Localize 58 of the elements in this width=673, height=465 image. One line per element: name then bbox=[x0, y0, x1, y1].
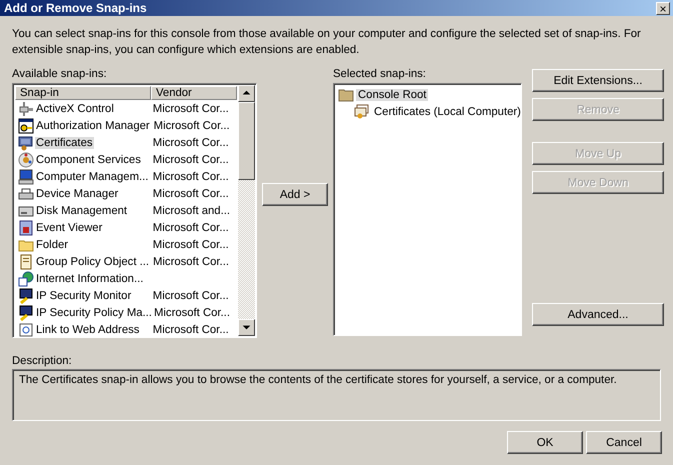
globe-document-icon bbox=[18, 270, 34, 286]
vendor-cell-text: Microsoft Cor... bbox=[152, 120, 231, 132]
list-label: Available snap-ins: bbox=[12, 68, 108, 80]
plug-icon bbox=[18, 100, 34, 116]
description-label: Description: bbox=[12, 355, 72, 367]
intro-text: You can select snap-ins for this console from those available on your computer and configure the selected set of snap-ins. For extensible snap-ins, you can configure which extensions are enabled. bbox=[12, 27, 642, 58]
window-title: Add or Remove Snap-ins bbox=[4, 1, 147, 15]
snap-in-item[interactable]: Device Manager bbox=[35, 188, 120, 200]
snap-in-item[interactable]: Certificates bbox=[35, 136, 94, 148]
list-label: Selected snap-ins: bbox=[333, 68, 427, 80]
vendor-cell-text: Microsoft Cor... bbox=[152, 154, 230, 166]
column-header[interactable]: Vendor bbox=[151, 86, 237, 100]
snap-in-item[interactable]: Computer Managem... bbox=[35, 170, 150, 182]
snap-in-item[interactable]: Internet Information... bbox=[35, 272, 144, 284]
description-text: The Certificates snap-in allows you to browse the contents of the certificate stores for yourself, a service, or a computer. bbox=[12, 369, 661, 421]
printer-icon bbox=[18, 186, 34, 202]
log-book-icon bbox=[18, 220, 34, 236]
vendor-cell-text: Microsoft Cor... bbox=[152, 102, 230, 114]
tree-item[interactable]: Certificates (Local Computer) bbox=[372, 106, 523, 118]
certificate-icon bbox=[354, 104, 370, 120]
vendor-cell-text: Microsoft Cor... bbox=[152, 290, 230, 302]
snap-in-item[interactable]: Event Viewer bbox=[35, 222, 104, 234]
scrollbar[interactable] bbox=[238, 85, 255, 336]
side-button[interactable]: Edit Extensions... bbox=[532, 69, 664, 92]
snap-in-item[interactable]: IP Security Monitor bbox=[35, 290, 132, 302]
vendor-cell-text: Microsoft Cor... bbox=[152, 238, 230, 250]
tree-item[interactable]: Console Root bbox=[356, 88, 428, 100]
vendor-cell-text: Microsoft Cor... bbox=[152, 188, 230, 200]
vendor-cell-text: Microsoft Cor... bbox=[152, 324, 230, 336]
add-button[interactable]: Add > bbox=[262, 183, 328, 206]
snap-in-item[interactable]: Component Services bbox=[35, 154, 142, 166]
close-button[interactable]: × bbox=[656, 2, 670, 14]
dialog-button[interactable]: OK bbox=[507, 431, 583, 454]
snap-in-item[interactable]: Disk Management bbox=[35, 204, 128, 216]
gear-icon bbox=[18, 152, 34, 168]
side-button[interactable]: Advanced... bbox=[532, 303, 664, 326]
monitor-key-icon bbox=[18, 304, 34, 320]
snap-in-item[interactable]: Folder bbox=[35, 238, 70, 250]
vendor-cell-text: Microsoft Cor... bbox=[152, 136, 230, 148]
vendor-cell-text: Microsoft Cor... bbox=[152, 222, 230, 234]
certificate-icon bbox=[18, 134, 34, 150]
snap-in-item[interactable]: Group Policy Object ... bbox=[35, 256, 150, 268]
folder-icon bbox=[338, 86, 354, 102]
snap-in-item[interactable]: Link to Web Address bbox=[35, 324, 140, 336]
monitor-key-icon bbox=[18, 288, 34, 304]
column-header[interactable]: Snap-in bbox=[15, 86, 151, 100]
key-window-icon bbox=[18, 118, 34, 134]
vendor-cell-text: Microsoft Cor... bbox=[152, 170, 230, 182]
scroll-icon bbox=[18, 254, 34, 270]
snap-in-item[interactable]: IP Security Policy Ma... bbox=[35, 306, 153, 318]
vendor-cell-text: Microsoft and... bbox=[152, 204, 232, 216]
snap-in-item[interactable]: Authorization Manager bbox=[35, 120, 151, 132]
vendor-cell-text: Microsoft Cor... bbox=[153, 306, 231, 318]
vendor-cell-text: Microsoft Cor... bbox=[152, 256, 230, 268]
snap-in-item[interactable]: ActiveX Control bbox=[35, 102, 115, 114]
dialog-button[interactable]: Cancel bbox=[586, 431, 662, 454]
computer-icon bbox=[18, 168, 34, 184]
scroll-thumb[interactable] bbox=[238, 102, 255, 180]
